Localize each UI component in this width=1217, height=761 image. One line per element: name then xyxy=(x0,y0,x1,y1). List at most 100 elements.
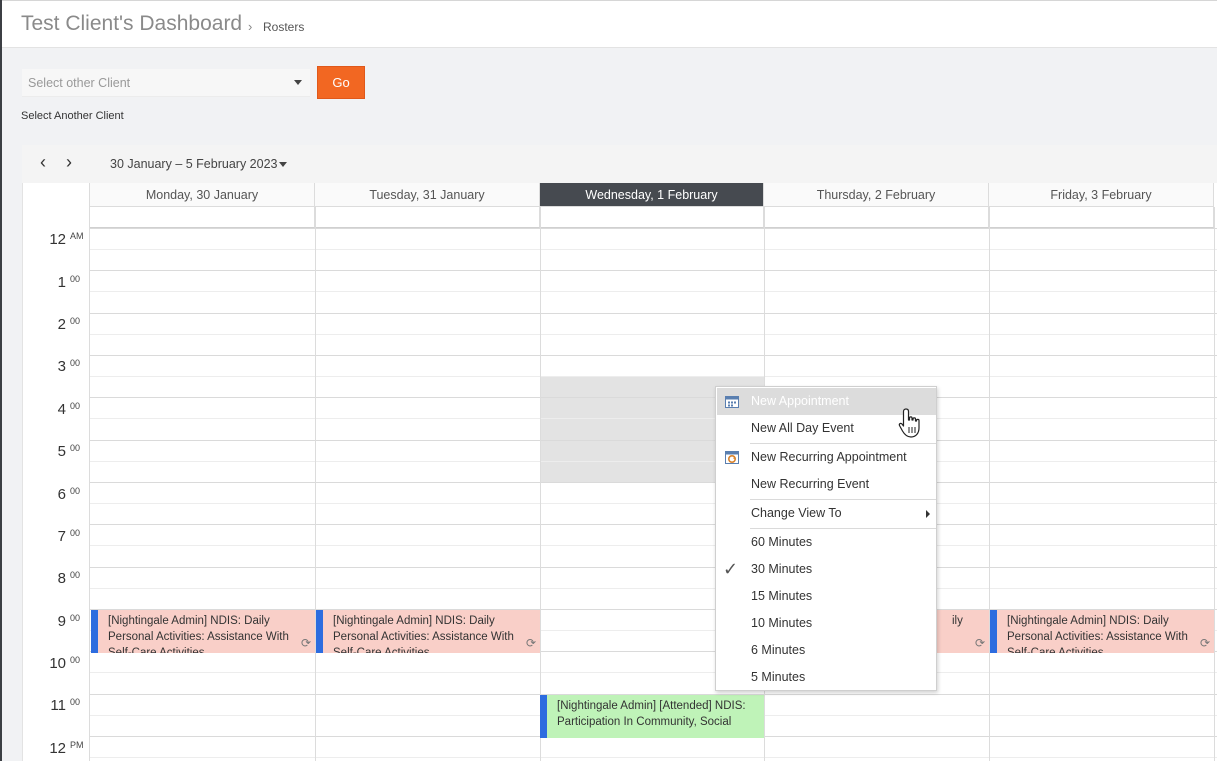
appointment-text: [Nightingale Admin] NDIS: Daily Personal… xyxy=(1007,615,1188,653)
menu-item-new-recurring-appointment[interactable]: New Recurring Appointment xyxy=(717,444,936,471)
breadcrumb-separator: › xyxy=(248,19,253,34)
menu-item-label: 5 Minutes xyxy=(751,670,806,684)
all-day-cell[interactable] xyxy=(764,207,989,228)
half-hour-gridline xyxy=(90,503,1217,505)
hour-gridline xyxy=(90,354,1217,356)
next-week-icon[interactable]: › xyxy=(66,153,72,171)
menu-item-30-minutes[interactable]: ✓ 30 Minutes xyxy=(717,556,936,583)
calendar-icon xyxy=(725,396,739,408)
appointment-wednesday[interactable]: [Nightingale Admin] [Attended] NDIS: Par… xyxy=(540,695,764,738)
checkmark-icon: ✓ xyxy=(723,559,739,579)
hour-label: 12 PM xyxy=(49,740,84,757)
appointment-friday[interactable]: [Nightingale Admin] NDIS: Daily Personal… xyxy=(990,610,1214,653)
menu-item-60-minutes[interactable]: 60 Minutes xyxy=(717,529,936,556)
half-hour-gridline xyxy=(90,249,1217,251)
half-hour-gridline xyxy=(90,333,1217,335)
all-day-cell[interactable] xyxy=(315,207,540,228)
previous-week-icon[interactable]: ‹ xyxy=(40,153,46,171)
page-title: Test Client's Dashboard xyxy=(21,12,243,35)
day-header-tuesday[interactable]: Tuesday, 31 January xyxy=(315,183,540,207)
hour-label: 11 00 xyxy=(50,697,81,714)
column-divider xyxy=(1214,207,1215,761)
day-header-thursday[interactable]: Thursday, 2 February xyxy=(764,183,989,207)
menu-item-label: 15 Minutes xyxy=(751,589,813,603)
appointment-text: [Nightingale Admin] NDIS: Daily Personal… xyxy=(108,615,289,653)
hour-gridline xyxy=(90,270,1217,272)
menu-item-change-view-to[interactable]: Change View To xyxy=(717,500,936,527)
menu-item-label: 6 Minutes xyxy=(751,643,806,657)
hour-label: 7 00 xyxy=(57,528,81,545)
hour-gridline xyxy=(90,524,1217,526)
recurring-icon xyxy=(725,451,739,464)
column-divider xyxy=(315,207,316,761)
half-hour-gridline xyxy=(90,545,1217,547)
all-day-cell[interactable] xyxy=(540,207,764,228)
chevron-right-icon xyxy=(926,510,930,518)
appointment-tuesday[interactable]: [Nightingale Admin] NDIS: Daily Personal… xyxy=(316,610,540,653)
all-day-cell[interactable] xyxy=(989,207,1214,228)
go-button[interactable]: Go xyxy=(317,66,365,99)
half-hour-gridline xyxy=(90,587,1217,589)
hour-gridline xyxy=(90,439,1217,441)
appointment-text: [Nightingale Admin] NDIS: Daily Personal… xyxy=(333,615,514,653)
menu-item-label: New All Day Event xyxy=(751,421,854,435)
chevron-down-icon[interactable] xyxy=(279,162,287,167)
window-left-edge xyxy=(0,0,2,761)
calendar-toolbar: ‹ › 30 January – 5 February 2023 xyxy=(22,145,1217,183)
recurring-icon: ⟳ xyxy=(1199,636,1210,650)
recurring-icon: ⟳ xyxy=(974,636,985,650)
menu-item-new-recurring-event[interactable]: New Recurring Event xyxy=(717,471,936,498)
hour-label: 9 00 xyxy=(57,613,81,630)
hour-label: 2 00 xyxy=(57,316,81,333)
date-range-selector[interactable]: 30 January – 5 February 2023 xyxy=(110,157,277,171)
hour-label: 6 00 xyxy=(57,486,81,503)
menu-item-label: New Recurring Event xyxy=(751,477,870,491)
hour-label: 3 00 xyxy=(57,358,81,375)
page-header: Test Client's Dashboard › Rosters xyxy=(2,0,1217,48)
hour-label: 5 00 xyxy=(57,443,81,460)
chevron-down-icon xyxy=(294,80,302,85)
hour-gridline xyxy=(90,481,1217,483)
menu-item-10-minutes[interactable]: 10 Minutes xyxy=(717,610,936,637)
half-hour-gridline xyxy=(90,376,1217,378)
menu-item-label: Change View To xyxy=(751,506,842,520)
calendar-week-view: 12 AM 1 00 2 00 3 00 4 00 5 00 6 00 7 00 8 00 9 00… xyxy=(22,183,1217,761)
appointment-monday[interactable]: [Nightingale Admin] NDIS: Daily Personal… xyxy=(91,610,315,653)
appointment-text: [Nightingale Admin] [Attended] NDIS: Par… xyxy=(557,700,746,728)
menu-item-label: 60 Minutes xyxy=(751,535,813,549)
hour-label: 10 00 xyxy=(49,655,81,672)
recurring-icon: ⟳ xyxy=(300,636,311,650)
hour-gridline xyxy=(90,228,1217,229)
hand-pointer-icon xyxy=(898,408,920,438)
time-gutter: 12 AM 1 00 2 00 3 00 4 00 5 00 6 00 7 00 8 00 9 00… xyxy=(23,183,90,761)
hour-gridline xyxy=(90,397,1217,399)
all-day-cell[interactable] xyxy=(90,207,315,228)
day-header-monday[interactable]: Monday, 30 January xyxy=(90,183,315,207)
menu-item-5-minutes[interactable]: 5 Minutes xyxy=(717,664,936,691)
client-select-dropdown[interactable]: Select other Client xyxy=(22,69,310,97)
menu-item-label: 10 Minutes xyxy=(751,616,813,630)
column-divider xyxy=(989,207,990,761)
day-header-friday[interactable]: Friday, 3 February xyxy=(989,183,1214,207)
day-header-wednesday[interactable]: Wednesday, 1 February xyxy=(540,183,764,207)
half-hour-gridline xyxy=(90,460,1217,462)
half-hour-gridline xyxy=(90,672,1217,674)
column-divider xyxy=(540,207,541,761)
half-hour-gridline xyxy=(90,757,1217,759)
hour-gridline xyxy=(90,566,1217,568)
recurring-icon: ⟳ xyxy=(525,636,536,650)
hour-label: 12 AM xyxy=(49,231,84,248)
hour-gridline xyxy=(90,312,1217,314)
menu-item-label: New Recurring Appointment xyxy=(751,450,907,464)
breadcrumb-rosters[interactable]: Rosters xyxy=(263,20,304,34)
hour-label: 8 00 xyxy=(57,570,81,587)
menu-item-15-minutes[interactable]: 15 Minutes xyxy=(717,583,936,610)
menu-item-label: 30 Minutes xyxy=(751,562,813,576)
menu-item-label: New Appointment xyxy=(751,394,849,408)
half-hour-gridline xyxy=(90,291,1217,293)
hour-label: 1 00 xyxy=(57,274,81,291)
client-select-label: Select Another Client xyxy=(21,110,124,122)
menu-item-6-minutes[interactable]: 6 Minutes xyxy=(717,637,936,664)
hour-label: 4 00 xyxy=(57,401,81,418)
half-hour-gridline xyxy=(90,418,1217,420)
